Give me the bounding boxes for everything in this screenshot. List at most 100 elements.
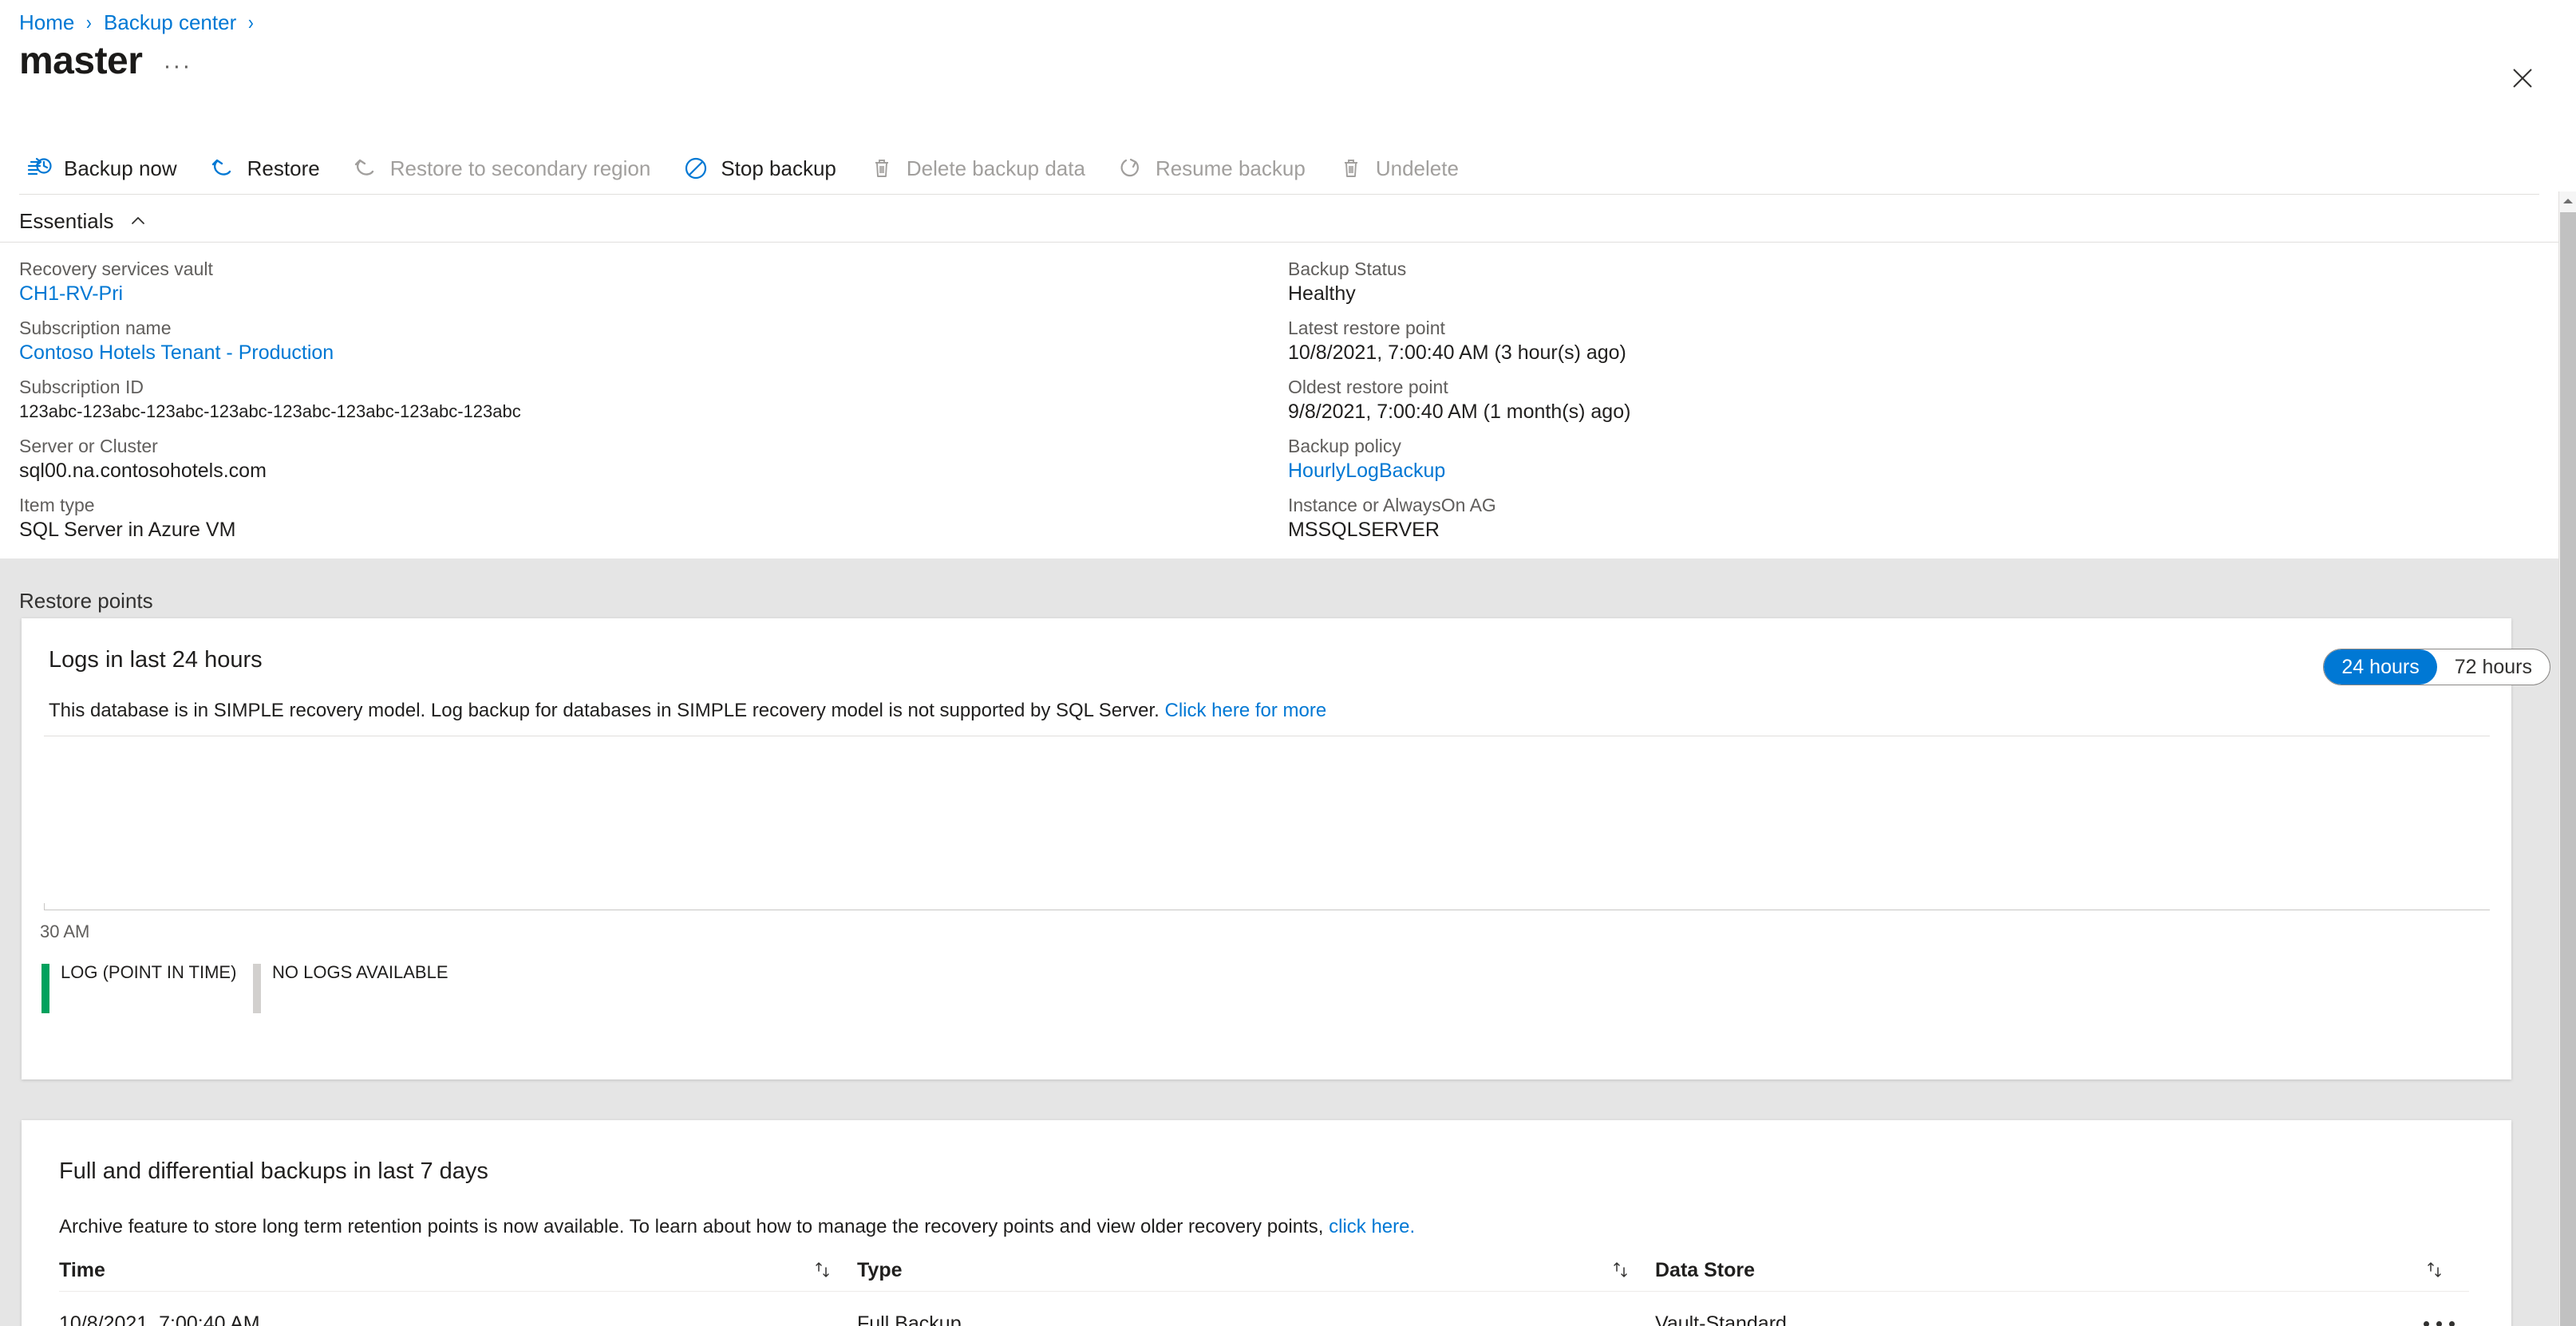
sort-icon[interactable]: [2424, 1260, 2445, 1281]
command-label: Undelete: [1375, 156, 1459, 180]
field-value: SQL Server in Azure VM: [19, 519, 236, 541]
page-header: master ···: [19, 38, 192, 85]
time-range-option-24-hours[interactable]: 24 hours: [2324, 649, 2437, 685]
field-label: Backup Status: [1288, 258, 1407, 279]
breadcrumb: Home › Backup center ›: [19, 6, 266, 38]
field-value: 10/8/2021, 7:00:40 AM (3 hour(s) ago): [1288, 341, 1626, 364]
breadcrumb-separator-icon: ›: [248, 10, 255, 34]
essentials-toggle[interactable]: Essentials: [19, 206, 148, 236]
essentials-column-right: Backup Status Healthy Latest restore poi…: [1288, 257, 2485, 552]
essentials-field-instance-or-alwayson-ag: Instance or AlwaysOn AG MSSQLSERVER: [1288, 493, 2485, 543]
cell-time: 10/8/2021, 7:00:40 AM: [59, 1312, 260, 1326]
trash-icon: [1337, 155, 1365, 182]
table-column-header-time[interactable]: Time: [59, 1259, 857, 1282]
field-value: 9/8/2021, 7:00:40 AM (1 month(s) ago): [1288, 401, 1631, 423]
essentials-panel: Recovery services vault CH1-RV-Pri Subsc…: [19, 257, 2517, 552]
time-range-toggle: 24 hours 72 hours: [2323, 649, 2550, 685]
command-label: Backup now: [64, 156, 177, 180]
sort-icon[interactable]: [812, 1260, 833, 1281]
backups-table-body: 10/8/2021, 7:00:40 AM Full Backup Vault-…: [59, 1302, 2469, 1326]
logs-card-title: Logs in last 24 hours: [49, 647, 263, 673]
scrollbar-thumb[interactable]: [2560, 212, 2576, 1326]
table-header-divider: [59, 1291, 2469, 1292]
command-restore-to-secondary-region: Restore to secondary region: [352, 149, 666, 187]
chart-legend: LOG (POINT IN TIME) NO LOGS AVAILABLE: [41, 964, 448, 1013]
command-label: Delete backup data: [906, 156, 1085, 180]
field-value: 123abc-123abc-123abc-123abc-123abc-123ab…: [19, 401, 521, 421]
backups-card-notice: Archive feature to store long term reten…: [59, 1214, 1415, 1240]
field-value-link[interactable]: HourlyLogBackup: [1288, 458, 2485, 483]
restore-points-section-label: Restore points: [19, 589, 153, 613]
command-bar-divider: [19, 194, 2539, 195]
field-label: Instance or AlwaysOn AG: [1288, 495, 1496, 515]
sort-icon[interactable]: [1610, 1260, 1631, 1281]
essentials-field-recovery-services-vault: Recovery services vault CH1-RV-Pri: [19, 257, 1288, 306]
backups-notice-text: Archive feature to store long term reten…: [59, 1216, 1324, 1237]
field-value: sql00.na.contosohotels.com: [19, 460, 267, 482]
field-value-link[interactable]: CH1-RV-Pri: [19, 281, 1288, 306]
scroll-up-icon[interactable]: [2559, 191, 2576, 211]
column-label: Data Store: [1655, 1258, 1756, 1281]
command-delete-backup-data: Delete backup data: [868, 149, 1100, 187]
legend-swatch-icon: [41, 964, 49, 1013]
breadcrumb-item-backup-center[interactable]: Backup center: [104, 10, 236, 35]
field-label: Oldest restore point: [1288, 377, 1448, 397]
essentials-field-backup-status: Backup Status Healthy: [1288, 257, 2485, 306]
essentials-field-latest-restore-point: Latest restore point 10/8/2021, 7:00:40 …: [1288, 316, 2485, 365]
command-label: Stop backup: [721, 156, 836, 180]
legend-swatch-icon: [253, 964, 261, 1013]
command-label: Restore to secondary region: [389, 156, 651, 180]
close-blade-button[interactable]: [2504, 60, 2541, 97]
command-label: Restore: [247, 156, 320, 180]
resume-icon: [1117, 155, 1144, 182]
essentials-column-left: Recovery services vault CH1-RV-Pri Subsc…: [19, 257, 1288, 552]
logs-message-link[interactable]: Click here for more: [1164, 700, 1326, 721]
backup-now-icon: [26, 155, 53, 182]
command-stop-backup[interactable]: Stop backup: [682, 149, 851, 187]
status-badge: Healthy: [1288, 282, 1356, 305]
vertical-scrollbar[interactable]: [2558, 191, 2576, 1326]
backups-card-title: Full and differential backups in last 7 …: [59, 1158, 488, 1184]
command-bar: Backup now Restore Restore to secondary …: [0, 144, 2558, 193]
backups-table: Time Type Data Store: [59, 1249, 2469, 1291]
command-backup-now[interactable]: Backup now: [26, 149, 192, 187]
column-label: Type: [857, 1258, 903, 1281]
essentials-label: Essentials: [19, 208, 114, 233]
table-header-row: Time Type Data Store: [59, 1249, 2469, 1291]
field-value-link[interactable]: Contoso Hotels Tenant - Production: [19, 340, 1288, 365]
chart-x-tick-label: 30 AM: [40, 921, 90, 941]
table-column-header-type[interactable]: Type: [857, 1259, 1655, 1282]
legend-label: LOG (POINT IN TIME): [61, 962, 237, 982]
field-label: Latest restore point: [1288, 318, 1445, 338]
legend-item-no-logs-available[interactable]: NO LOGS AVAILABLE: [253, 964, 448, 1013]
legend-label: NO LOGS AVAILABLE: [272, 962, 448, 982]
table-column-header-data-store[interactable]: Data Store: [1655, 1259, 2469, 1282]
field-label: Subscription ID: [19, 377, 144, 397]
close-icon: [2513, 69, 2532, 88]
blade-root: Home › Backup center › master ··· Backup…: [0, 0, 2576, 1326]
essentials-divider: [0, 242, 2558, 243]
chart-x-axis-tick: [44, 903, 45, 910]
command-restore[interactable]: Restore: [209, 149, 334, 187]
field-value: MSSQLSERVER: [1288, 519, 1440, 541]
field-label: Backup policy: [1288, 436, 1401, 456]
logs-card-message: This database is in SIMPLE recovery mode…: [49, 698, 1326, 724]
page-more-menu-icon[interactable]: ···: [163, 54, 192, 78]
legend-item-log-point-in-time[interactable]: LOG (POINT IN TIME): [41, 964, 253, 1013]
restore-icon: [209, 155, 236, 182]
essentials-field-server-or-cluster: Server or Cluster sql00.na.contosohotels…: [19, 434, 1288, 483]
field-label: Item type: [19, 495, 95, 515]
backups-notice-link[interactable]: click here.: [1329, 1216, 1415, 1237]
breadcrumb-separator-icon: ›: [86, 10, 93, 34]
essentials-field-oldest-restore-point: Oldest restore point 9/8/2021, 7:00:40 A…: [1288, 375, 2485, 424]
row-actions-icon[interactable]: [2424, 1320, 2455, 1326]
page-title: master: [19, 40, 143, 82]
command-label: Resume backup: [1155, 156, 1306, 180]
backups-card: Full and differential backups in last 7 …: [22, 1120, 2511, 1326]
cell-type: Full Backup: [857, 1312, 962, 1326]
table-row[interactable]: 10/8/2021, 7:00:40 AM Full Backup Vault-…: [59, 1302, 2469, 1326]
time-range-option-72-hours[interactable]: 72 hours: [2437, 649, 2550, 685]
essentials-field-item-type: Item type SQL Server in Azure VM: [19, 493, 1288, 543]
breadcrumb-item-home[interactable]: Home: [19, 10, 74, 35]
essentials-field-subscription-name: Subscription name Contoso Hotels Tenant …: [19, 316, 1288, 365]
